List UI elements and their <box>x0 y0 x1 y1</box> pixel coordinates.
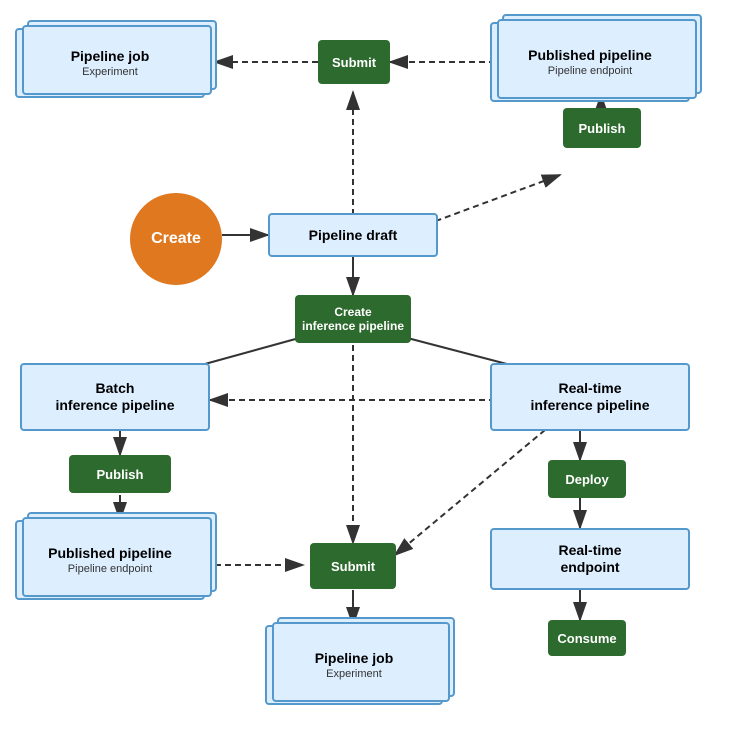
deploy-button[interactable]: Deploy <box>548 460 626 498</box>
pipeline-job-bottom-box: Pipeline job Experiment <box>265 625 443 705</box>
realtime-inference-title: Real-time inference pipeline <box>530 380 649 414</box>
realtime-endpoint-title: Real-time endpoint <box>558 542 621 576</box>
published-pipeline-bottom-title: Published pipeline <box>48 545 172 562</box>
create-inference-button[interactable]: Create inference pipeline <box>295 295 411 343</box>
batch-inference-title: Batch inference pipeline <box>55 380 174 414</box>
submit-top-button[interactable]: Submit <box>318 40 390 84</box>
pipeline-job-top-subtitle: Experiment <box>82 66 138 78</box>
pipeline-job-top-box: Pipeline job Experiment <box>15 28 205 98</box>
create-circle: Create <box>130 193 222 285</box>
pipeline-job-top-title: Pipeline job <box>71 48 150 65</box>
published-pipeline-top-box: Published pipeline Pipeline endpoint <box>490 22 690 102</box>
batch-inference-box: Batch inference pipeline <box>20 363 210 431</box>
publish-top-button[interactable]: Publish <box>563 108 641 148</box>
published-pipeline-top-subtitle: Pipeline endpoint <box>548 65 632 77</box>
realtime-endpoint-box: Real-time endpoint <box>490 528 690 590</box>
pipeline-draft-label: Pipeline draft <box>309 227 398 244</box>
create-label: Create <box>151 230 201 248</box>
publish-batch-button[interactable]: Publish <box>69 455 171 493</box>
realtime-inference-box: Real-time inference pipeline <box>490 363 690 431</box>
published-pipeline-bottom-subtitle: Pipeline endpoint <box>68 563 152 575</box>
pipeline-draft-box: Pipeline draft <box>268 213 438 257</box>
published-pipeline-top-title: Published pipeline <box>528 47 652 64</box>
consume-button[interactable]: Consume <box>548 620 626 656</box>
published-pipeline-bottom-box: Published pipeline Pipeline endpoint <box>15 520 205 600</box>
pipeline-job-bottom-subtitle: Experiment <box>326 668 382 680</box>
submit-bottom-button[interactable]: Submit <box>310 543 396 589</box>
diagram: Pipeline job Experiment Submit Published… <box>0 0 734 744</box>
pipeline-job-bottom-title: Pipeline job <box>315 650 394 667</box>
